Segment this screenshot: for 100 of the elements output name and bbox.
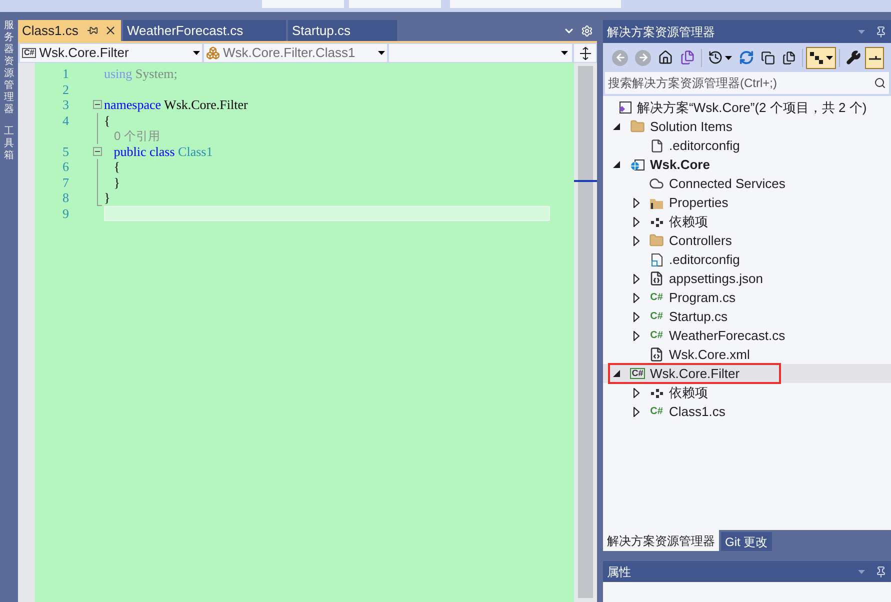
preview-toggle[interactable] bbox=[865, 46, 884, 68]
editor-tab[interactable]: Startup.cs bbox=[288, 20, 397, 41]
xml-file-icon bbox=[649, 347, 664, 362]
line-number: 1 bbox=[62, 65, 69, 83]
scrollbar[interactable] bbox=[574, 63, 597, 602]
line-number: 3 bbox=[62, 96, 69, 114]
tree-row[interactable]: appsettings.json bbox=[603, 269, 891, 288]
csharp-file-icon: C# bbox=[650, 330, 663, 340]
split-button[interactable] bbox=[574, 44, 596, 62]
tree-item-label: Wsk.Core bbox=[650, 156, 710, 174]
collapse-all-icon bbox=[761, 50, 775, 64]
project-dropdown[interactable]: C# Wsk.Core.Filter bbox=[20, 44, 202, 62]
tree-item-label: Connected Services bbox=[669, 174, 786, 193]
folder-icon bbox=[649, 233, 664, 248]
tree-item-label: Startup.cs bbox=[669, 308, 728, 326]
settings-icon[interactable] bbox=[581, 24, 593, 36]
tree-row[interactable]: C# Startup.cs bbox=[603, 307, 891, 326]
caret-icon bbox=[858, 570, 865, 574]
pin-icon[interactable] bbox=[875, 26, 887, 38]
panel-tab[interactable]: 解决方案资源管理器 bbox=[603, 530, 719, 551]
tree-row[interactable]: 解决方案“Wsk.Core”(2 个项目，共 2 个) bbox=[603, 98, 891, 117]
pin-icon[interactable] bbox=[875, 566, 887, 578]
tree-item-label: appsettings.json bbox=[669, 270, 763, 288]
file-icon bbox=[650, 138, 664, 152]
tree-item-label: Wsk.Core.Filter bbox=[650, 364, 740, 383]
side-tab[interactable]: 服务器资源管理器 bbox=[4, 20, 14, 116]
scrollbar-thumb[interactable] bbox=[578, 66, 593, 598]
close-icon[interactable] bbox=[104, 24, 117, 37]
line-number: 9 bbox=[62, 204, 69, 222]
code-line: using System; bbox=[104, 66, 178, 82]
code-line: { bbox=[104, 112, 112, 128]
tree-row[interactable]: Connected Services bbox=[603, 174, 891, 193]
solution-icon bbox=[618, 100, 632, 114]
csharp-project-icon: C# bbox=[22, 48, 36, 58]
tree-item-label: WeatherForecast.cs bbox=[669, 326, 786, 345]
tree-item-label: 依赖项 bbox=[669, 212, 708, 231]
search-icon bbox=[874, 77, 886, 89]
editor-tab[interactable]: Class1.cs bbox=[18, 20, 121, 41]
search-field[interactable]: 搜索解决方案资源管理器(Ctrl+;) bbox=[605, 72, 889, 94]
caret-icon bbox=[858, 30, 865, 34]
toolbar-field[interactable] bbox=[450, 0, 621, 8]
tree-row[interactable]: Controllers bbox=[603, 231, 891, 250]
caret-icon bbox=[826, 56, 833, 60]
tree-item-label: 解决方案“Wsk.Core”(2 个项目，共 2 个) bbox=[637, 98, 867, 117]
wrench-icon bbox=[846, 50, 861, 65]
tree-row[interactable]: C# Wsk.Core.Filter bbox=[603, 364, 891, 383]
type-name: Wsk.Core.Filter.Class1 bbox=[223, 44, 356, 62]
tree-row[interactable]: Properties bbox=[603, 193, 891, 212]
code-line: { bbox=[112, 159, 121, 174]
scroll-marker bbox=[574, 180, 597, 182]
history-icon bbox=[708, 50, 723, 65]
dropdown-caret-icon bbox=[193, 51, 200, 55]
split-icon bbox=[580, 46, 590, 60]
files-icon bbox=[782, 50, 796, 64]
tree-item-label: Wsk.Core.xml bbox=[669, 346, 750, 364]
tree-row[interactable]: C# Program.cs bbox=[603, 288, 891, 307]
tree-row[interactable]: .editorconfig bbox=[603, 136, 891, 155]
editor-tab[interactable]: WeatherForecast.cs bbox=[123, 20, 286, 41]
csharp-file-icon: C# bbox=[650, 312, 663, 322]
code-line: } bbox=[112, 174, 121, 190]
tree-view-icon bbox=[809, 50, 824, 64]
web-project-icon bbox=[630, 158, 645, 172]
csharp-project-icon: C# bbox=[630, 368, 646, 379]
line-number: 2 bbox=[62, 80, 69, 98]
tree-row[interactable]: .editorconfig bbox=[603, 250, 891, 269]
tree-row[interactable]: Wsk.Core.xml bbox=[603, 345, 891, 364]
tree-row[interactable]: 依赖项 bbox=[603, 212, 891, 231]
config-file-icon bbox=[650, 252, 662, 266]
dependencies-icon bbox=[650, 216, 664, 228]
code-area[interactable]: 1 using System; 2 3 namespace Wsk.Core.Filter 4 { 0 个引用 5 public class Class1 6 { 7 } 8 } 9 bbox=[35, 63, 574, 602]
dependencies-icon bbox=[650, 386, 664, 398]
tree-item-label: .editorconfig bbox=[669, 250, 740, 269]
cloud-icon bbox=[649, 176, 664, 191]
json-file-icon bbox=[649, 271, 664, 286]
collapse-icon[interactable] bbox=[92, 100, 102, 110]
side-tab[interactable]: 工具箱 bbox=[4, 126, 14, 162]
tree-row[interactable]: C# Class1.cs bbox=[603, 402, 891, 421]
line-number: 6 bbox=[62, 158, 69, 176]
tree-item-label: Program.cs bbox=[669, 288, 736, 307]
pin-icon[interactable] bbox=[87, 25, 98, 36]
refresh-icon bbox=[739, 50, 754, 65]
line-number: 5 bbox=[62, 142, 69, 160]
code-line: } bbox=[104, 190, 112, 206]
panel-tab[interactable]: Git 更改 bbox=[721, 532, 772, 551]
csharp-file-icon: C# bbox=[650, 406, 663, 416]
csharp-file-icon: C# bbox=[650, 292, 663, 302]
tree-row[interactable]: Wsk.Core bbox=[603, 155, 891, 174]
toolbar-field[interactable] bbox=[349, 0, 441, 8]
tree-item-label: Solution Items bbox=[650, 118, 732, 136]
tree-row[interactable]: C# WeatherForecast.cs bbox=[603, 326, 891, 345]
type-dropdown[interactable]: Wsk.Core.Filter.Class1 bbox=[204, 44, 387, 62]
tree-view-toggle[interactable] bbox=[806, 46, 836, 68]
collapse-icon[interactable] bbox=[92, 146, 102, 156]
panel-title: 属性 bbox=[607, 564, 632, 580]
tree-row[interactable]: Solution Items bbox=[603, 117, 891, 136]
toolbar-field[interactable] bbox=[262, 0, 344, 8]
tree-row[interactable]: 依赖项 bbox=[603, 383, 891, 402]
dropdown-caret-icon bbox=[561, 51, 568, 55]
code-line: namespace Wsk.Core.Filter bbox=[104, 97, 249, 112]
tree-item-label: Properties bbox=[669, 194, 728, 212]
